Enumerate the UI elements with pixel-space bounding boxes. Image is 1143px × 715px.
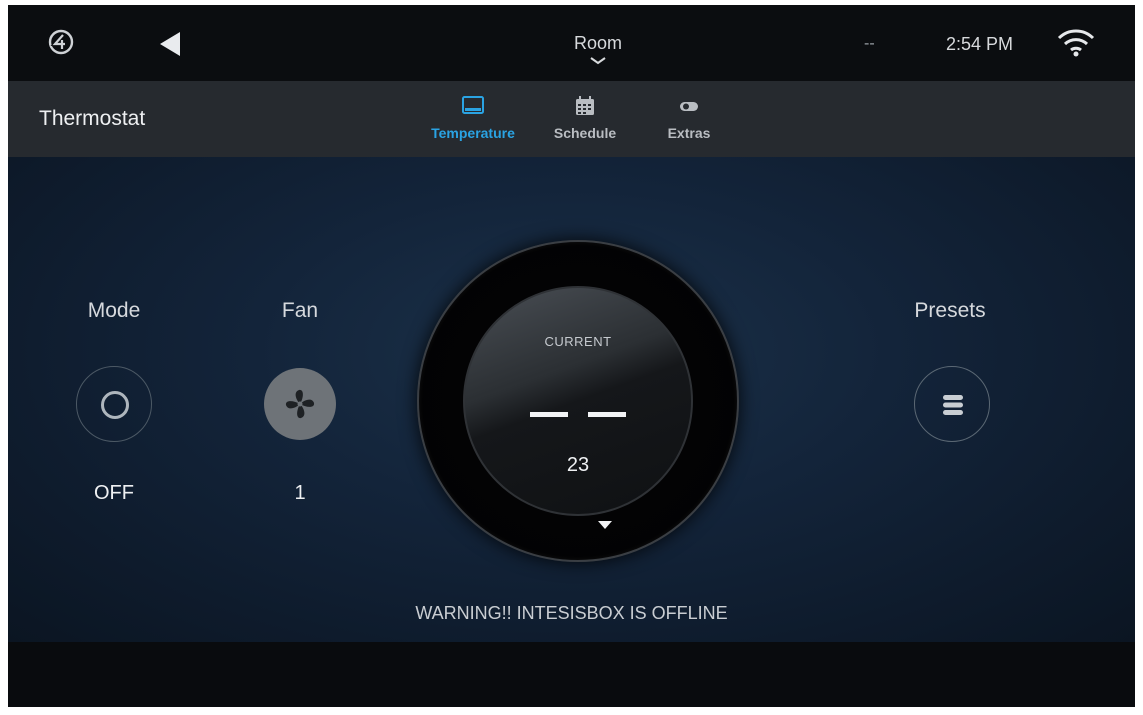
placeholder-dashes-icon — [530, 412, 626, 417]
bottom-bar — [8, 642, 1135, 707]
chevron-down-icon — [590, 57, 606, 65]
toggle-icon — [680, 102, 698, 111]
thermostat-panel: Mode OFF Fan 1 CURRENT 23 Presets WARNIN… — [8, 157, 1135, 642]
thermostat-display-icon — [462, 96, 484, 114]
setpoint-pointer-icon — [598, 521, 612, 529]
room-selector[interactable]: Room — [528, 33, 668, 66]
wifi-icon — [1057, 29, 1095, 57]
tab-extras[interactable]: Extras — [648, 95, 730, 151]
room-label: Room — [573, 33, 622, 53]
dial-current-caption: CURRENT — [544, 334, 612, 349]
tab-schedule-label: Schedule — [553, 125, 617, 141]
app-frame: Room -- 2:54 PM Thermostat Temperature S… — [8, 5, 1135, 707]
top-bar: Room -- 2:54 PM — [8, 5, 1135, 81]
current-temperature-reading — [465, 408, 691, 427]
tab-schedule[interactable]: Schedule — [540, 95, 630, 151]
setpoint-value: 23 — [566, 454, 590, 476]
mode-button[interactable] — [76, 366, 152, 442]
fan-icon — [285, 389, 315, 419]
offline-warning: WARNING!! INTESISBOX IS OFFLINE — [415, 603, 728, 623]
clock: 2:54 PM — [946, 34, 1014, 54]
dial-face: CURRENT 23 — [463, 286, 693, 516]
tab-temperature[interactable]: Temperature — [418, 95, 528, 151]
mode-value: OFF — [94, 482, 134, 504]
temperature-dial[interactable]: CURRENT 23 — [417, 240, 739, 562]
logo-icon[interactable] — [46, 27, 76, 57]
sub-navigation: Thermostat Temperature Schedule Extras — [8, 81, 1135, 157]
tab-extras-label: Extras — [667, 125, 711, 141]
mode-ring-icon — [101, 391, 129, 419]
back-arrow-icon[interactable] — [158, 30, 182, 58]
calendar-icon — [576, 96, 594, 115]
fan-button[interactable] — [264, 368, 336, 440]
presets-button[interactable] — [914, 366, 990, 442]
presets-label: Presets — [914, 299, 986, 322]
fan-value: 1 — [294, 482, 306, 504]
status-indicator: -- — [864, 35, 875, 52]
page-title: Thermostat — [39, 107, 146, 130]
mode-label: Mode — [87, 299, 141, 322]
tab-temperature-label: Temperature — [431, 125, 515, 141]
list-icon — [943, 395, 963, 415]
fan-label: Fan — [281, 299, 319, 322]
